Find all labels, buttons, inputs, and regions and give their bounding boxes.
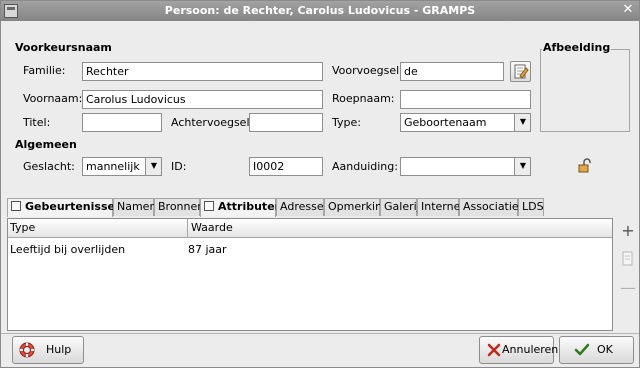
tab-label: Namen (117, 200, 157, 213)
tab-attributen[interactable]: Attributen (200, 198, 282, 217)
tab-label: Associaties (463, 200, 525, 213)
column-header-waarde[interactable]: Waarde (189, 219, 609, 238)
titel-label: Titel: (23, 116, 51, 129)
tab-gebeurtenissen[interactable]: Gebeurtenissen (7, 198, 123, 217)
help-label: Hulp (46, 343, 72, 356)
ok-button[interactable]: OK (559, 336, 634, 364)
close-icon[interactable]: ✕ (621, 3, 635, 18)
tab-label: Attributen (218, 200, 283, 213)
voorvoegsel-input[interactable]: de (400, 62, 504, 81)
table-row-value[interactable]: 87 jaar (188, 241, 227, 259)
familie-input[interactable]: Rechter (82, 62, 323, 81)
person-editor-window: Persoon: de Rechter, Carolus Ludovicus -… (0, 0, 640, 368)
window-menu-icon[interactable] (4, 4, 18, 18)
roepnaam-input[interactable] (400, 90, 531, 109)
geslacht-combo[interactable]: mannelijk ▼ (82, 157, 162, 176)
cancel-label: Annuleren (502, 343, 559, 356)
tab-opmerking[interactable]: Opmerking (324, 198, 389, 216)
list-header: Type Waarde (8, 219, 612, 238)
cancel-button[interactable]: Annuleren (479, 336, 558, 364)
tab-lds[interactable]: LDS (518, 198, 544, 216)
type-combo-value: Geboortenaam (404, 116, 487, 129)
remove-button[interactable]: — (618, 278, 638, 298)
help-lifebuoy-icon (19, 342, 35, 358)
attributes-list[interactable]: Type Waarde Leeftijd bij overlijden 87 j… (7, 218, 613, 331)
geslacht-combo-value: mannelijk (86, 160, 140, 173)
type-combo[interactable]: Geboortenaam ▼ (400, 113, 531, 132)
voornaam-input[interactable]: Carolus Ludovicus (82, 90, 323, 109)
tab-associaties[interactable]: Associaties (459, 198, 524, 216)
roepnaam-label: Roepnaam: (332, 92, 395, 105)
tab-adressen[interactable]: Adressen (276, 198, 331, 216)
tab-bronnen[interactable]: Bronnen (154, 198, 204, 216)
cancel-x-icon (487, 343, 501, 357)
aanduiding-combo[interactable]: ▼ (400, 157, 531, 176)
section-heading-image: Afbeelding (542, 41, 612, 54)
tab-label: Adressen (280, 200, 331, 213)
title-bar[interactable]: Persoon: de Rechter, Carolus Ludovicus -… (1, 1, 639, 21)
familie-label: Familie: (23, 64, 66, 77)
chevron-down-icon[interactable]: ▼ (145, 158, 161, 175)
add-icon: + (621, 221, 635, 240)
tab-label: LDS (522, 200, 544, 213)
divider (1, 333, 639, 334)
add-button[interactable]: + (618, 221, 638, 241)
section-heading-general: Algemeen (15, 138, 77, 151)
id-input[interactable]: I0002 (249, 157, 323, 176)
tab-label: Bronnen (158, 200, 205, 213)
chevron-down-icon[interactable]: ▼ (514, 114, 530, 131)
edit-icon (622, 251, 633, 266)
achtervoegsel-input[interactable] (249, 113, 323, 132)
voorvoegsel-label: Voorvoegsel: (332, 64, 403, 77)
geslacht-label: Geslacht: (23, 160, 75, 173)
lock-open-icon (578, 158, 591, 173)
remove-icon: — (620, 278, 636, 297)
type-label: Type: (332, 116, 361, 129)
titel-input[interactable] (82, 113, 162, 132)
tab-internet[interactable]: Internet (417, 198, 465, 216)
check-icon (574, 343, 590, 356)
section-heading-preferred-name: Voorkeursnaam (15, 41, 112, 54)
chevron-down-icon[interactable]: ▼ (514, 158, 530, 175)
tab-label: Galerij (384, 200, 420, 213)
edit-button[interactable] (618, 249, 638, 269)
attributes-icon (204, 201, 214, 211)
window-title: Persoon: de Rechter, Carolus Ludovicus -… (164, 4, 476, 17)
image-frame[interactable] (540, 49, 630, 132)
edit-name-button[interactable] (510, 61, 531, 82)
edit-name-icon (514, 64, 529, 79)
tab-label: Gebeurtenissen (25, 200, 123, 213)
ok-label: OK (597, 343, 613, 356)
table-row-type[interactable]: Leeftijd bij overlijden (10, 241, 125, 259)
achtervoegsel-label: Achtervoegsel: (171, 116, 254, 129)
tab-galerij[interactable]: Galerij (380, 198, 420, 216)
tab-namen[interactable]: Namen (113, 198, 157, 216)
aanduiding-label: Aanduiding: (332, 160, 398, 173)
voornaam-label: Voornaam: (23, 92, 83, 105)
events-icon (11, 201, 21, 211)
id-label: ID: (171, 160, 187, 173)
help-button[interactable]: Hulp (12, 336, 84, 364)
privacy-toggle[interactable] (578, 158, 592, 174)
column-header-type[interactable]: Type (8, 219, 188, 238)
